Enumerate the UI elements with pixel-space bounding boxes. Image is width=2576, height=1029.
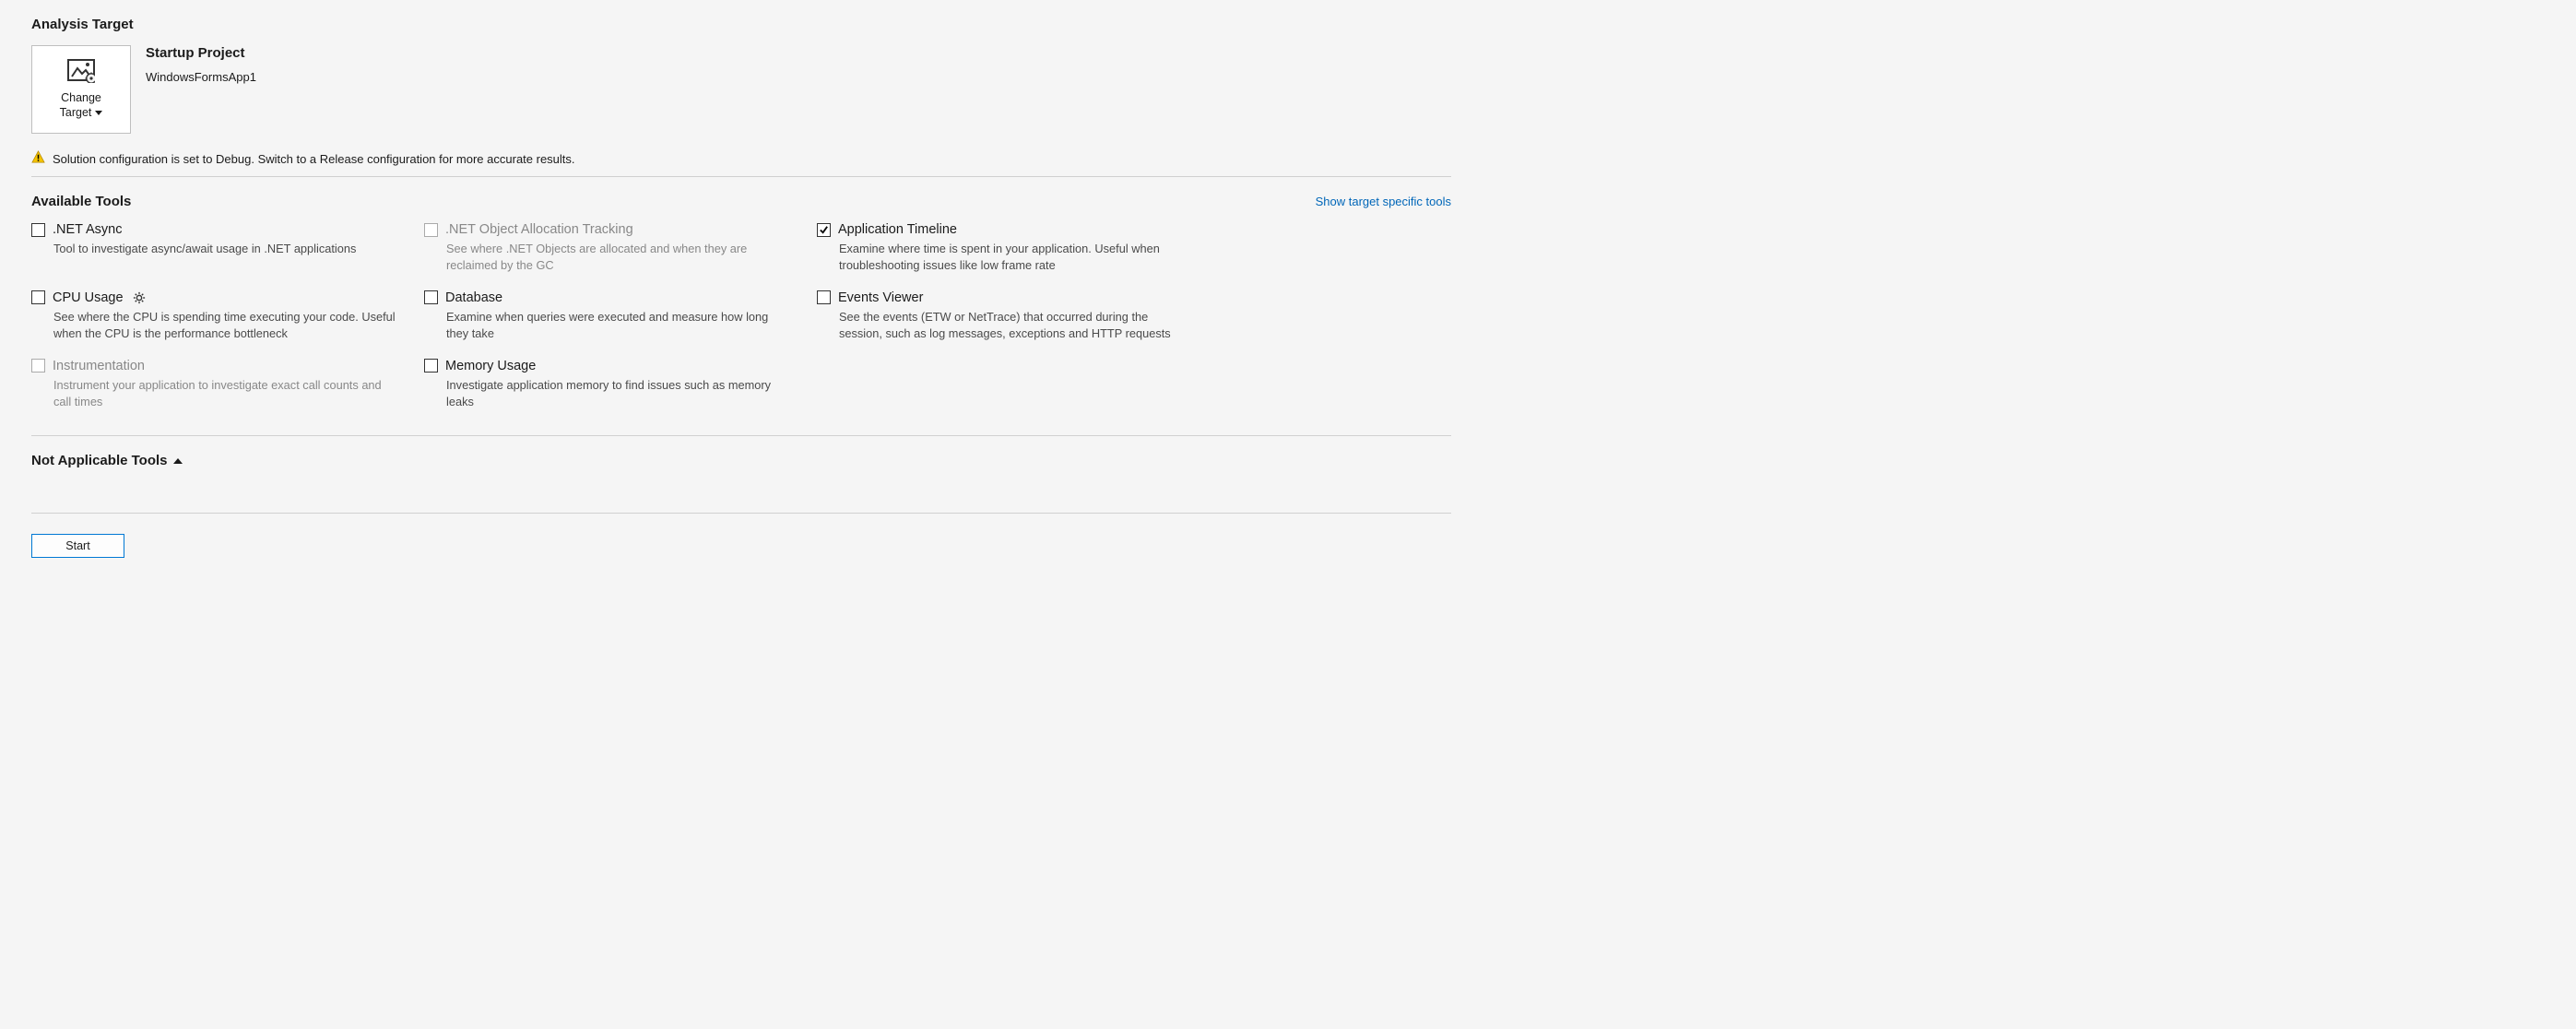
not-applicable-tools-label: Not Applicable Tools — [31, 453, 168, 468]
warning-line: Solution configuration is set to Debug. … — [31, 150, 1451, 176]
target-info: Startup Project WindowsFormsApp1 — [146, 45, 256, 84]
tool-cpu-usage: CPU Usage — [31, 290, 424, 342]
not-applicable-tools-toggle[interactable]: Not Applicable Tools — [31, 453, 1451, 468]
start-button-label: Start — [65, 539, 89, 552]
chevron-down-icon — [95, 111, 102, 115]
tools-grid: .NET Async Tool to investigate async/awa… — [31, 222, 1451, 409]
tool-database-label: Database — [445, 290, 502, 305]
tool-net-async: .NET Async Tool to investigate async/awa… — [31, 222, 424, 274]
tool-events-viewer-label: Events Viewer — [838, 290, 923, 305]
tool-events-viewer-desc: See the events (ETW or NetTrace) that oc… — [839, 309, 1184, 342]
change-target-button[interactable]: Change Target — [31, 45, 131, 134]
tool-database-desc: Examine when queries were executed and m… — [446, 309, 791, 342]
warning-icon — [31, 150, 45, 167]
separator — [31, 435, 1451, 436]
tool-net-object-alloc-label: .NET Object Allocation Tracking — [445, 222, 633, 237]
show-target-specific-tools-link[interactable]: Show target specific tools — [1316, 195, 1451, 208]
tool-database-checkbox[interactable] — [424, 290, 438, 304]
tool-instrumentation: Instrumentation Instrument your applicat… — [31, 359, 424, 410]
tool-cpu-usage-desc: See where the CPU is spending time execu… — [53, 309, 398, 342]
tool-net-async-checkbox[interactable] — [31, 223, 45, 237]
tool-cpu-usage-label: CPU Usage — [53, 290, 124, 305]
target-image-icon — [67, 59, 95, 86]
tool-cpu-usage-checkbox[interactable] — [31, 290, 45, 304]
tool-memory-usage: Memory Usage Investigate application mem… — [424, 359, 817, 410]
tool-net-object-alloc-checkbox — [424, 223, 438, 237]
separator — [31, 176, 1451, 177]
tool-events-viewer-checkbox[interactable] — [817, 290, 831, 304]
warning-text: Solution configuration is set to Debug. … — [53, 152, 575, 166]
target-title: Startup Project — [146, 45, 256, 61]
section-analysis-target: Analysis Target — [31, 17, 1451, 32]
tool-instrumentation-desc: Instrument your application to investiga… — [53, 377, 398, 410]
chevron-up-icon — [173, 458, 183, 464]
tool-instrumentation-label: Instrumentation — [53, 359, 145, 373]
tool-events-viewer: Events Viewer See the events (ETW or Net… — [817, 290, 1210, 342]
target-name: WindowsFormsApp1 — [146, 70, 256, 84]
tool-cpu-usage-gear-icon[interactable] — [133, 291, 146, 304]
tool-application-timeline-checkbox[interactable] — [817, 223, 831, 237]
change-target-label: Change Target — [60, 91, 103, 120]
tool-memory-usage-desc: Investigate application memory to find i… — [446, 377, 791, 410]
tool-net-object-alloc: .NET Object Allocation Tracking See wher… — [424, 222, 817, 274]
tool-instrumentation-checkbox — [31, 359, 45, 373]
tool-net-async-label: .NET Async — [53, 222, 122, 237]
tool-database: Database Examine when queries were execu… — [424, 290, 817, 342]
section-available-tools: Available Tools — [31, 194, 131, 209]
tool-net-object-alloc-desc: See where .NET Objects are allocated and… — [446, 241, 791, 274]
tool-application-timeline-desc: Examine where time is spent in your appl… — [839, 241, 1184, 274]
tool-memory-usage-label: Memory Usage — [445, 359, 536, 373]
analysis-target-row: Change Target Startup Project WindowsFor… — [31, 45, 1451, 134]
start-button[interactable]: Start — [31, 534, 124, 558]
tool-memory-usage-checkbox[interactable] — [424, 359, 438, 373]
bottom-bar: Start — [31, 513, 1451, 585]
tool-application-timeline: Application Timeline Examine where time … — [817, 222, 1210, 274]
tool-net-async-desc: Tool to investigate async/await usage in… — [53, 241, 398, 257]
tool-application-timeline-label: Application Timeline — [838, 222, 957, 237]
